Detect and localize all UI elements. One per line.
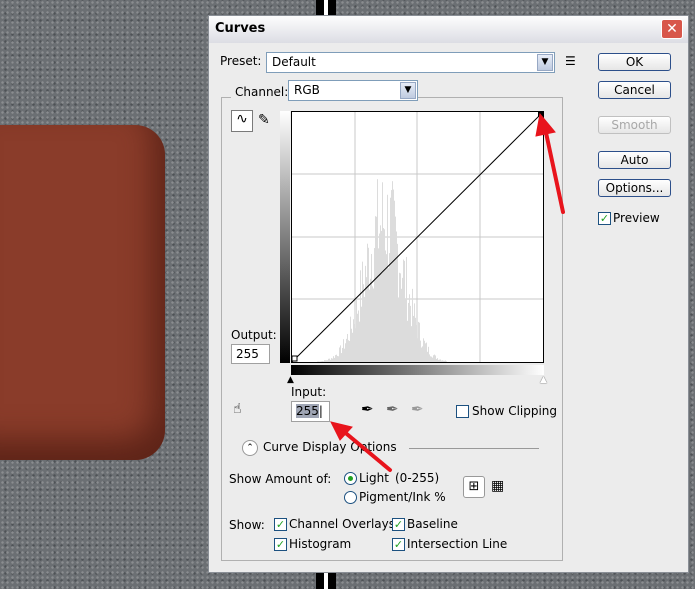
arrowhead: [535, 112, 556, 137]
arrow-to-white-point: [543, 126, 565, 214]
annotation-arrows: [330, 112, 565, 472]
arrow-to-input-field: [340, 428, 392, 472]
